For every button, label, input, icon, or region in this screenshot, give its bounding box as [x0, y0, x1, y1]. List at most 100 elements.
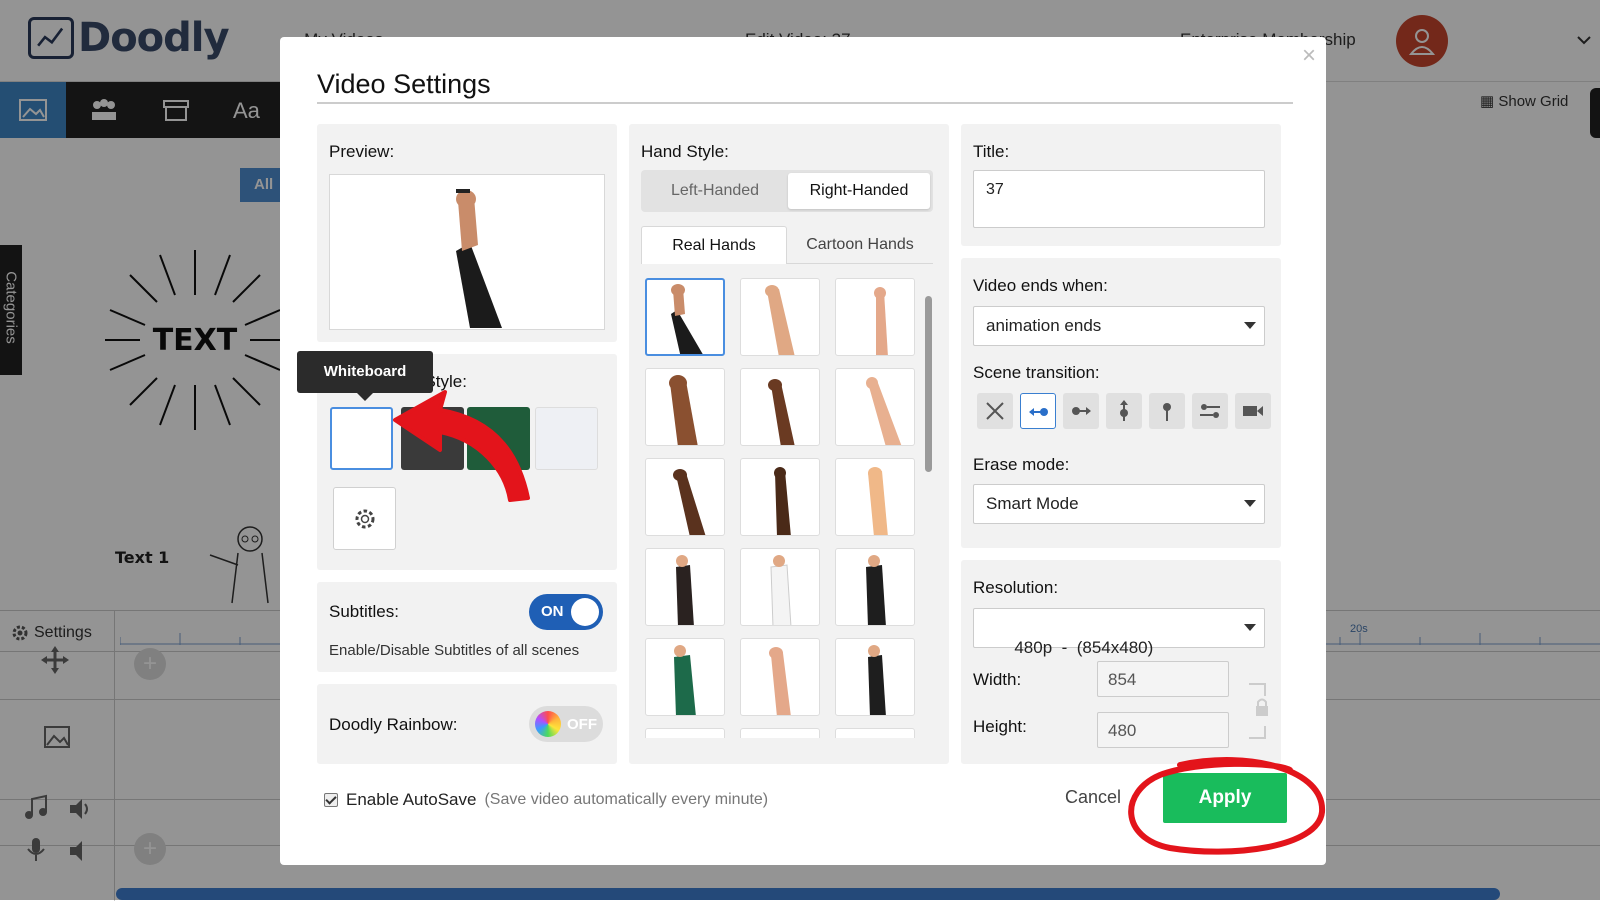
dropdown-caret-icon [1244, 322, 1256, 329]
hand-option[interactable] [740, 548, 820, 626]
hand-list-scrollbar[interactable] [925, 296, 932, 472]
hand-option[interactable] [835, 638, 915, 716]
title-input[interactable]: 37 [973, 170, 1265, 228]
rainbow-toggle[interactable]: OFF [529, 706, 603, 742]
title-divider [317, 102, 1293, 104]
swap-icon [1200, 404, 1220, 418]
hand-thumbnail [770, 555, 792, 625]
slide-left-icon [1029, 408, 1048, 416]
hand-thumbnail [866, 377, 902, 445]
video-ends-select[interactable]: animation ends [973, 306, 1265, 346]
transition-camera-button[interactable] [1235, 393, 1271, 429]
none-icon [986, 402, 1004, 420]
whiteboard-swatch[interactable] [330, 407, 393, 470]
autosave-checkbox[interactable] [324, 793, 338, 807]
tab-cartoon-hands[interactable]: Cartoon Hands [787, 226, 933, 264]
subtitles-description: Enable/Disable Subtitles of all scenes [329, 642, 580, 659]
resolution-label: Resolution: [973, 578, 1059, 597]
transition-slide-left-button[interactable] [1020, 393, 1056, 429]
hand-option[interactable] [645, 278, 725, 356]
hand-thumbnail [671, 284, 703, 354]
hand-thumbnail [868, 645, 886, 715]
right-handed-option[interactable]: Right-Handed [788, 173, 930, 209]
width-input[interactable]: 854 [1097, 661, 1229, 697]
hand-option[interactable] [835, 278, 915, 356]
hand-style-panel: Hand Style: Left-Handed Right-Handed Rea… [629, 124, 949, 764]
toggle-knob [571, 598, 599, 626]
erase-mode-label: Erase mode: [973, 455, 1070, 474]
transition-slide-down-button[interactable] [1106, 393, 1142, 429]
hand-thumbnail [874, 287, 888, 355]
hand-option[interactable] [740, 278, 820, 356]
subtitles-toggle[interactable]: ON [529, 594, 603, 630]
resolution-value: 480p - (854x480) [1014, 638, 1154, 657]
handedness-switch: Left-Handed Right-Handed [641, 170, 933, 212]
erase-mode-select[interactable]: Smart Mode [973, 484, 1265, 524]
hand-option[interactable] [835, 728, 915, 738]
subtitles-label: Subtitles: [329, 602, 399, 621]
video-settings-dialog: × Video Settings Preview: Background Sty… [280, 37, 1326, 865]
dialog-title: Video Settings [317, 69, 491, 99]
height-input[interactable]: 480 [1097, 712, 1229, 748]
hand-option[interactable] [835, 458, 915, 536]
erase-mode-value: Smart Mode [986, 494, 1079, 513]
tab-real-hands[interactable]: Real Hands [641, 226, 787, 264]
hand-preview [329, 174, 605, 330]
background-tooltip: Whiteboard [297, 351, 433, 401]
apply-button[interactable]: Apply [1163, 773, 1287, 823]
slide-down-icon [1120, 400, 1128, 421]
dropdown-caret-icon [1244, 624, 1256, 631]
slide-up-icon [1163, 403, 1171, 421]
rainbow-panel: Doodly Rainbow: OFF [317, 684, 617, 764]
greenboard-swatch[interactable] [467, 407, 530, 470]
resolution-panel: Resolution: 480p - (854x480) Width: 854 … [961, 560, 1281, 764]
hand-option[interactable] [835, 548, 915, 626]
preview-panel: Preview: [317, 124, 617, 342]
autosave-option[interactable]: Enable AutoSave (Save video automaticall… [324, 790, 768, 810]
transition-none-button[interactable] [977, 393, 1013, 429]
rainbow-toggle-text: OFF [567, 716, 597, 733]
glassboard-swatch[interactable] [535, 407, 598, 470]
transition-swap-button[interactable] [1192, 393, 1228, 429]
hand-option[interactable] [645, 548, 725, 626]
rainbow-label: Doodly Rainbow: [329, 715, 458, 734]
hand-preview-image [456, 189, 502, 328]
hand-thumbnail [765, 285, 795, 355]
hand-thumbnail [676, 555, 694, 625]
hand-thumbnail [674, 645, 696, 715]
resolution-select[interactable]: 480p - (854x480) [973, 608, 1265, 657]
hand-option[interactable] [740, 458, 820, 536]
hand-option[interactable] [645, 638, 725, 716]
hand-option[interactable] [740, 728, 820, 738]
hand-option[interactable] [740, 638, 820, 716]
hand-thumbnail [774, 467, 791, 535]
hand-option[interactable] [645, 728, 725, 738]
gear-icon [355, 509, 375, 529]
camera-icon [1243, 406, 1263, 416]
hand-option[interactable] [740, 368, 820, 446]
autosave-label: Enable AutoSave [346, 790, 477, 809]
hand-option[interactable] [835, 368, 915, 446]
dropdown-caret-icon [1244, 500, 1256, 507]
width-label: Width: [973, 670, 1022, 689]
hand-thumbnail [669, 375, 698, 445]
aspect-lock-icon[interactable] [1247, 682, 1269, 740]
hand-option[interactable] [645, 458, 725, 536]
cancel-button[interactable]: Cancel [1065, 787, 1121, 808]
transition-slide-right-button[interactable] [1063, 393, 1099, 429]
slide-right-icon [1072, 407, 1091, 415]
video-ends-label: Video ends when: [973, 276, 1108, 295]
height-label: Height: [973, 717, 1027, 736]
left-handed-option[interactable]: Left-Handed [644, 173, 786, 209]
blackboard-swatch[interactable] [401, 407, 464, 470]
custom-background-button[interactable] [333, 487, 396, 550]
hand-type-tabs: Real Hands Cartoon Hands [641, 226, 933, 264]
transition-slide-up-button[interactable] [1149, 393, 1185, 429]
video-ends-value: animation ends [986, 316, 1102, 335]
title-label: Title: [973, 142, 1010, 161]
hand-option[interactable] [645, 368, 725, 446]
hand-options-grid [645, 278, 915, 738]
close-icon[interactable]: × [1298, 44, 1320, 68]
hand-thumbnail [868, 467, 888, 535]
subtitles-toggle-text: ON [541, 603, 564, 620]
